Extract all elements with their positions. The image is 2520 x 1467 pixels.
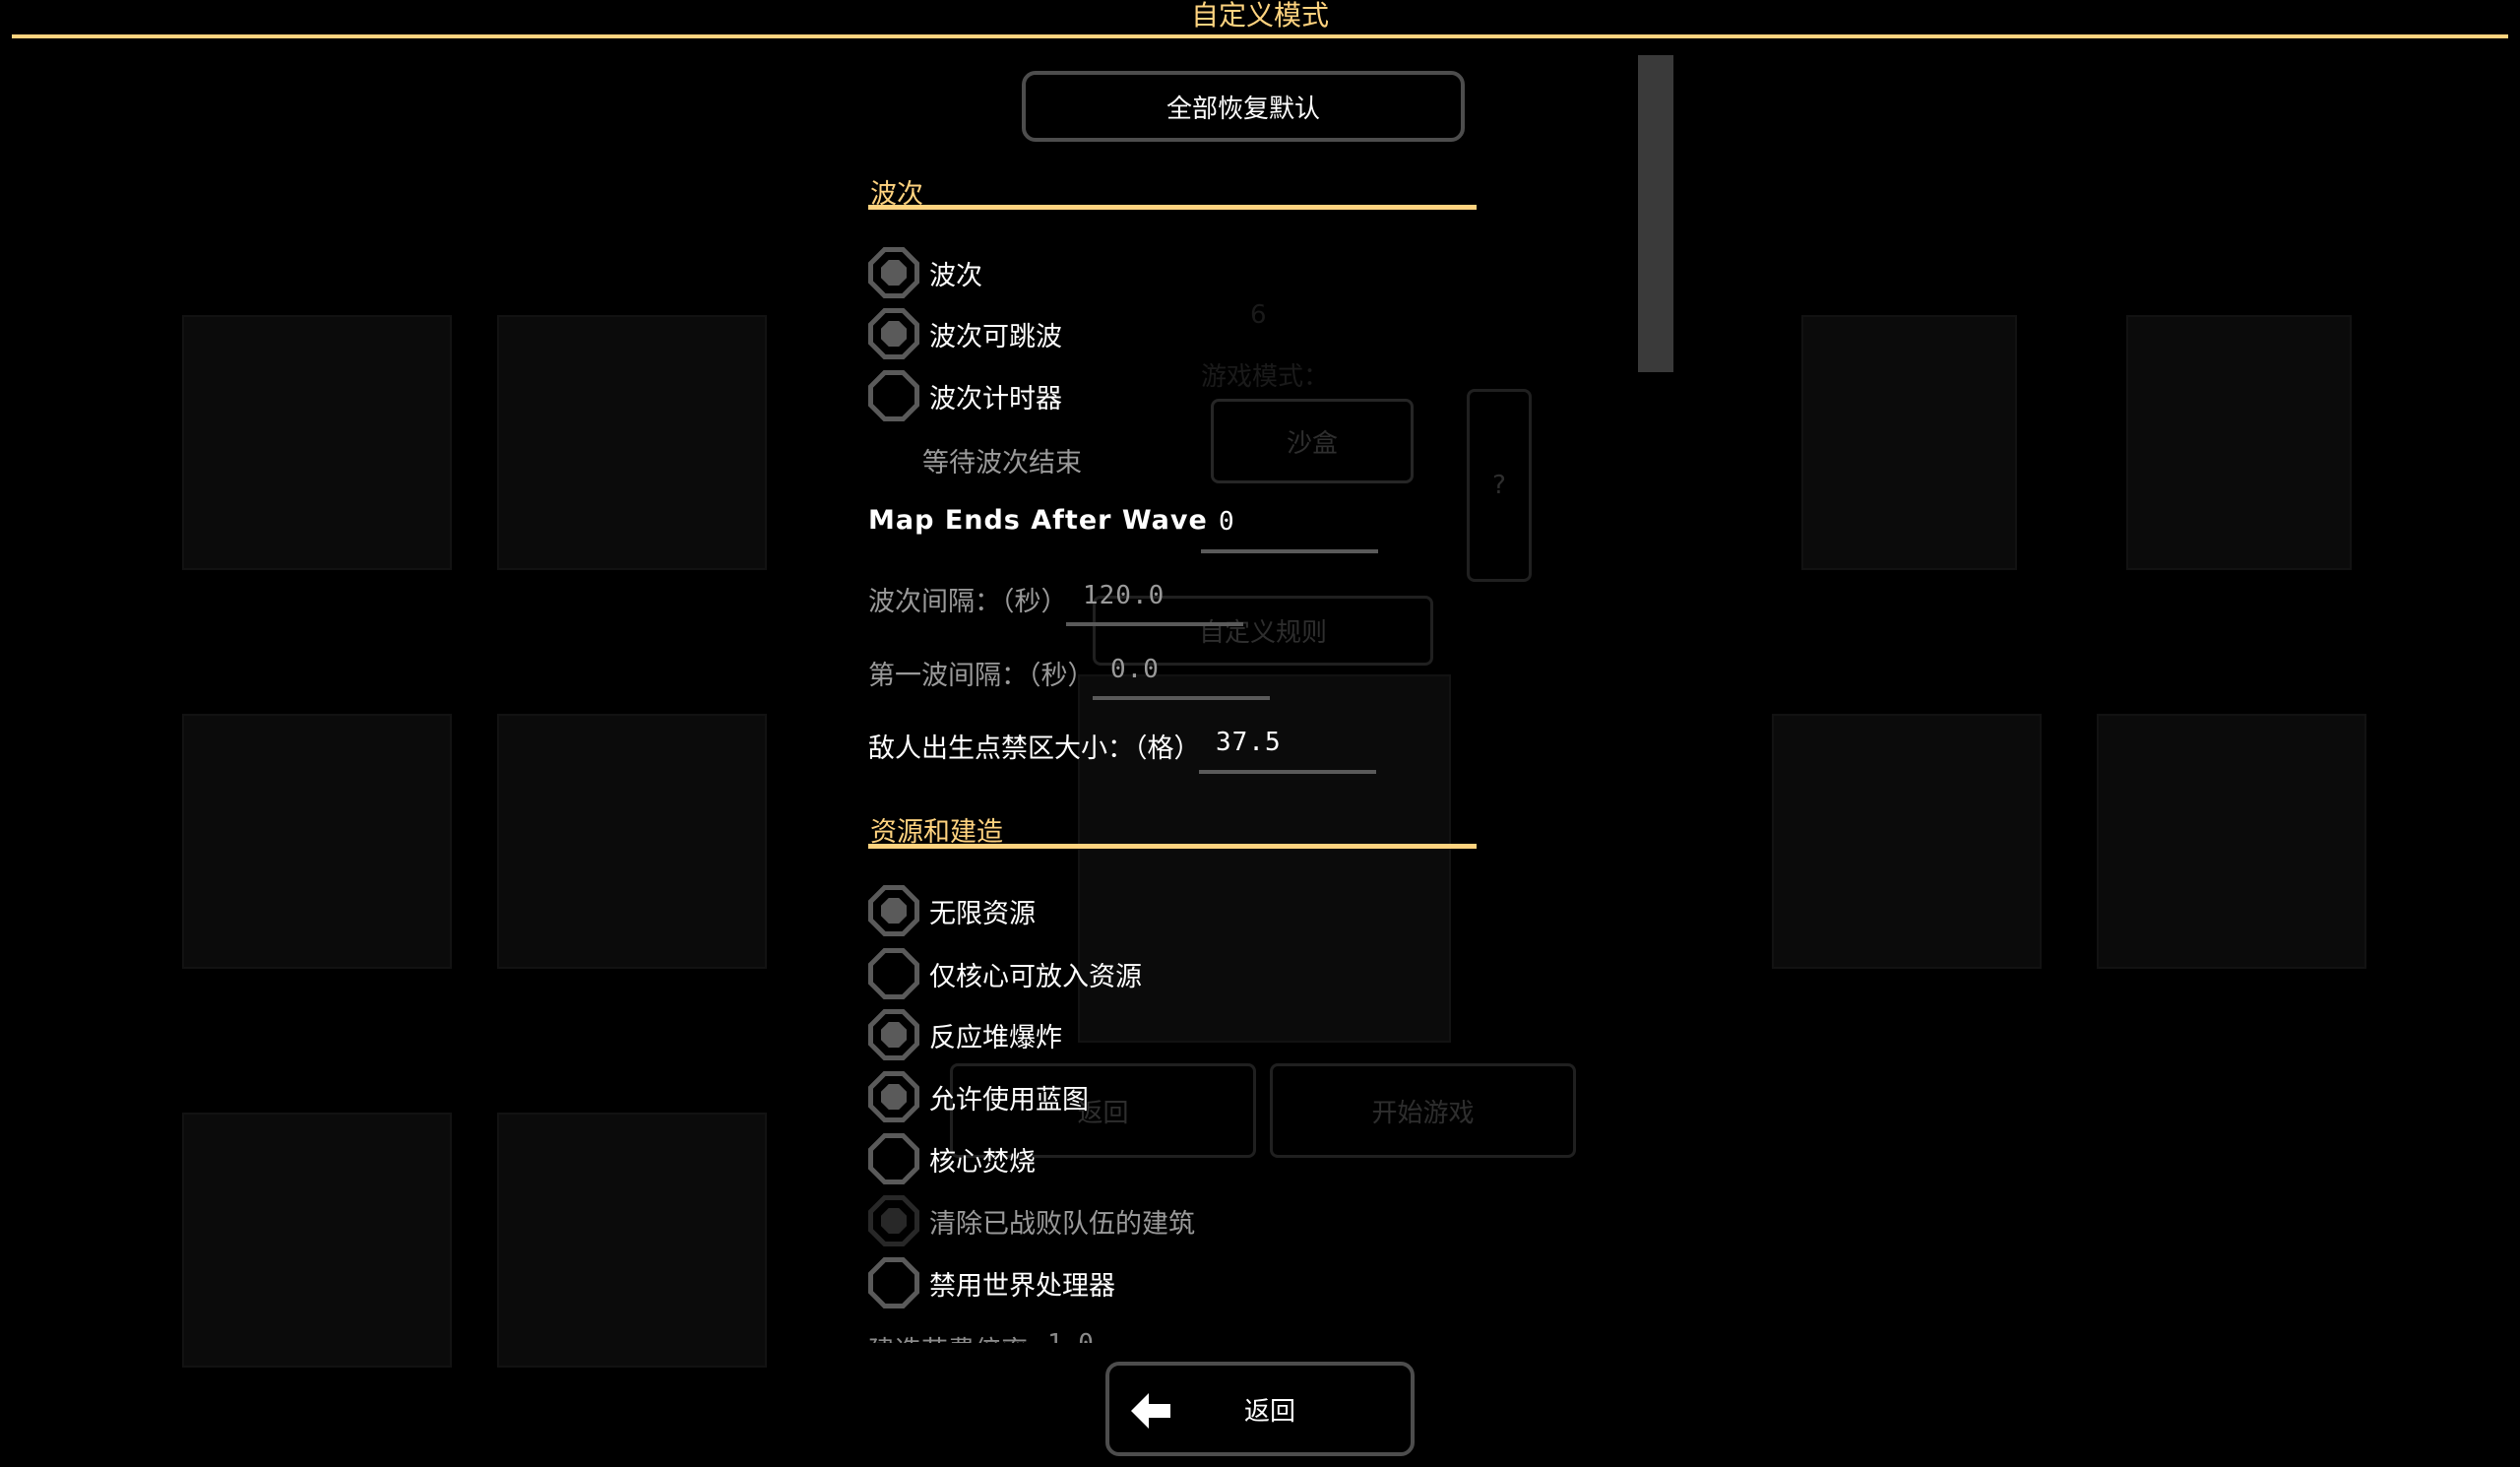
bg-map-tile: [497, 1113, 767, 1368]
check-label: 允许使用蓝图: [929, 1084, 1089, 1116]
check-waves[interactable]: 波次: [868, 245, 982, 300]
section-divider-resources: [868, 844, 1477, 849]
map-ends-input[interactable]: 0: [1219, 507, 1235, 537]
bg-map-tile: [1801, 315, 2017, 570]
check-infinite-resources[interactable]: 无限资源: [868, 883, 1036, 938]
check-label: 无限资源: [929, 898, 1036, 929]
bg-map-tile: [182, 714, 452, 969]
spawn-radius-input[interactable]: 37.5: [1216, 728, 1282, 757]
check-label: 清除已战败队伍的建筑: [929, 1208, 1195, 1240]
wave-spacing-input[interactable]: 120.0: [1083, 581, 1165, 610]
partial-field-row: 建造花费倍率 1.0: [868, 1319, 1616, 1343]
bg-help-button: ?: [1467, 389, 1532, 582]
dialog-title: 自定义模式: [1190, 0, 1329, 32]
build-cost-input[interactable]: 1.0: [1047, 1329, 1094, 1343]
wave-spacing-underline: [1066, 622, 1243, 626]
check-disable-world-processors[interactable]: 禁用世界处理器: [868, 1255, 1115, 1310]
first-wave-spacing-input[interactable]: 0.0: [1110, 655, 1160, 684]
check-schematics-allowed[interactable]: 允许使用蓝图: [868, 1069, 1089, 1124]
bg-start-button: 开始游戏: [1270, 1063, 1576, 1158]
unchecked-icon[interactable]: [868, 1257, 919, 1308]
check-wave-timer[interactable]: 波次计时器: [868, 368, 1062, 423]
check-label: 反应堆爆炸: [929, 1022, 1062, 1053]
back-label: 返回: [1243, 1396, 1295, 1427]
bg-map-tile: [497, 714, 767, 969]
check-label: 核心焚烧: [929, 1146, 1036, 1178]
check-core-only-deposit[interactable]: 仅核心可放入资源: [868, 946, 1142, 1001]
checked-icon[interactable]: [868, 247, 919, 298]
bg-map-tile: [1772, 714, 2042, 969]
check-label: 波次: [929, 260, 982, 291]
first-wave-spacing-underline: [1093, 696, 1270, 700]
unchecked-icon[interactable]: [868, 1133, 919, 1184]
scrollbar-thumb[interactable]: [1638, 55, 1673, 372]
bg-map-tile: [497, 315, 767, 570]
bg-map-tile: [182, 315, 452, 570]
bg-mode-label: 游戏模式：: [1201, 362, 1330, 392]
unchecked-icon[interactable]: [868, 370, 919, 421]
arrow-left-icon: [1127, 1387, 1174, 1441]
check-label: 仅核心可放入资源: [929, 961, 1142, 992]
field-label-first-wave-spacing: 第一波间隔：（秒）: [868, 661, 1095, 691]
field-label-wave-spacing: 波次间隔：（秒）: [868, 587, 1068, 617]
bg-map-tile: [2126, 315, 2352, 570]
check-reactor-explosions[interactable]: 反应堆爆炸: [868, 1007, 1062, 1062]
checked-icon[interactable]: [868, 1071, 919, 1122]
check-label: 禁用世界处理器: [929, 1270, 1115, 1302]
check-wave-skip[interactable]: 波次可跳波: [868, 306, 1062, 361]
field-label-spawn-radius: 敌人出生点禁区大小：（格）: [868, 734, 1201, 764]
reset-all-button[interactable]: 全部恢复默认: [1022, 71, 1465, 142]
section-divider-waves: [868, 205, 1477, 210]
back-button[interactable]: 返回: [1105, 1362, 1415, 1456]
bg-wave-count: 6: [1250, 300, 1267, 330]
spawn-radius-underline: [1199, 770, 1376, 774]
bg-map-tile: [182, 1113, 452, 1368]
check-clear-defeated-team: 清除已战败队伍的建筑: [868, 1193, 1195, 1248]
title-divider: [12, 34, 2508, 38]
bg-map-tile: [2097, 714, 2366, 969]
checked-icon[interactable]: [868, 885, 919, 936]
checked-icon[interactable]: [868, 1009, 919, 1060]
unchecked-icon[interactable]: [868, 948, 919, 999]
check-core-incinerates[interactable]: 核心焚烧: [868, 1131, 1036, 1186]
checked-icon[interactable]: [868, 308, 919, 359]
wait-wave-end-label: 等待波次结束: [922, 448, 1082, 478]
field-label-map-ends: Map Ends After Wave: [868, 505, 1208, 536]
bg-sandbox-button: 沙盒: [1211, 399, 1414, 483]
check-label: 波次可跳波: [929, 321, 1062, 352]
field-label-build-cost: 建造花费倍率: [868, 1329, 1028, 1343]
map-ends-underline: [1201, 549, 1378, 553]
checked-disabled-icon: [868, 1195, 919, 1246]
check-label: 波次计时器: [929, 383, 1062, 415]
